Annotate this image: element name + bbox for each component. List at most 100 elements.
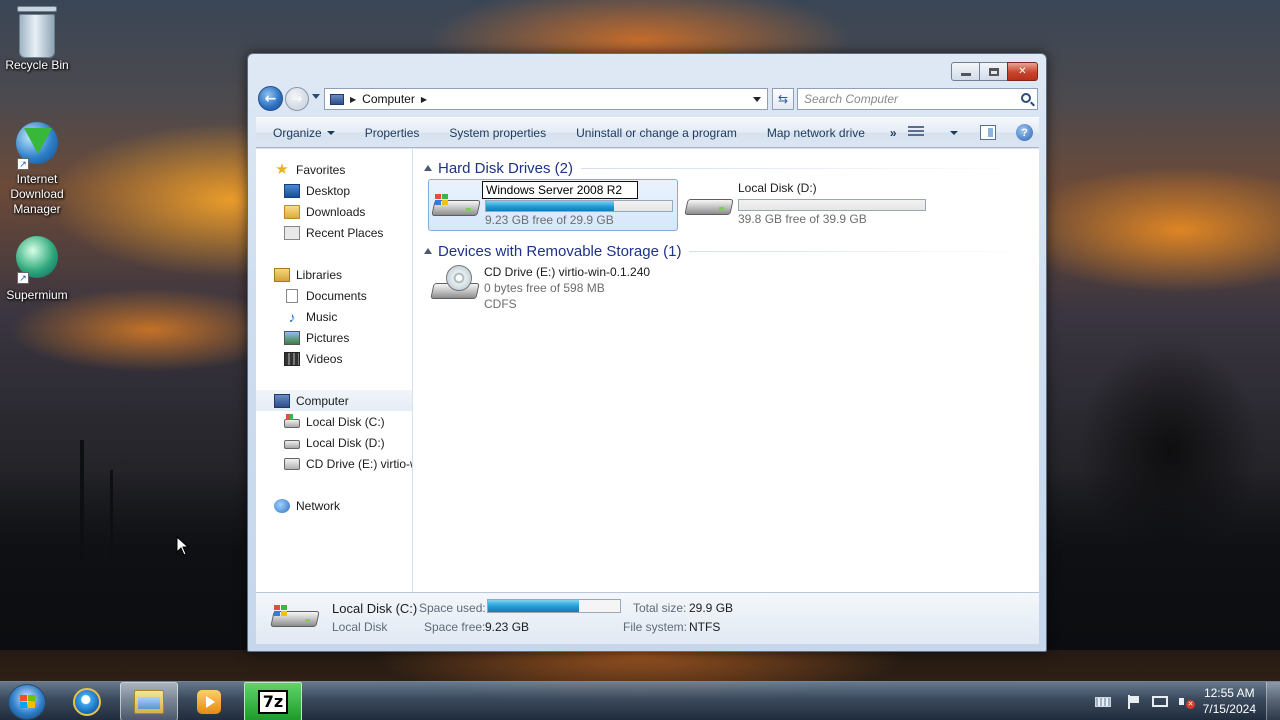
nav-documents[interactable]: Documents	[284, 285, 367, 306]
windows-explorer-icon	[134, 689, 164, 714]
refresh-button[interactable]: ⇆	[772, 88, 794, 110]
star-icon: ★	[275, 160, 289, 178]
drive-usage-bar	[738, 199, 926, 211]
search-icon[interactable]	[1021, 93, 1031, 103]
drive-icon	[284, 440, 300, 449]
breadcrumb-computer[interactable]: Computer	[362, 92, 415, 106]
keyboard-icon[interactable]	[1095, 696, 1111, 707]
explorer-body: ★ Favorites Desktop Downloads Recent Plac…	[256, 149, 1039, 592]
nav-videos[interactable]: Videos	[284, 348, 342, 369]
nav-label: Documents	[306, 288, 367, 303]
search-box[interactable]	[797, 88, 1038, 110]
details-type: Local Disk	[332, 620, 388, 634]
group-divider	[581, 167, 1029, 169]
nav-computer[interactable]: Computer	[256, 390, 412, 411]
uninstall-program-button[interactable]: Uninstall or change a program	[561, 118, 752, 147]
maximize-button[interactable]	[979, 62, 1008, 81]
details-pane: Local Disk (C:) Local Disk Space used: S…	[256, 592, 1039, 644]
close-icon: ✕	[1018, 66, 1027, 77]
shortcut-arrow-icon: ↗	[17, 272, 29, 284]
preview-pane-button[interactable]	[980, 125, 996, 140]
space-free-value: 9.23 GB	[485, 620, 530, 634]
chevron-down-icon	[326, 130, 335, 135]
desktop-icon-supermium[interactable]: ↗ Supermium	[0, 234, 74, 303]
nav-pictures[interactable]: Pictures	[284, 327, 349, 348]
nav-recent-places[interactable]: Recent Places	[284, 222, 383, 243]
nav-label: Network	[296, 498, 341, 513]
nav-label: Favorites	[296, 162, 346, 177]
drive-free-space: 9.23 GB free of 29.9 GB	[485, 213, 614, 227]
properties-label: Properties	[364, 125, 420, 140]
collapse-triangle-icon	[424, 248, 432, 254]
taskbar-windows-explorer[interactable]	[120, 682, 178, 720]
nav-local-disk-d[interactable]: Local Disk (D:)	[284, 432, 385, 453]
nav-network[interactable]: Network	[274, 495, 340, 516]
nav-cd-drive-e[interactable]: CD Drive (E:) virtio-win-0.1.240	[284, 453, 412, 474]
space-used-fill	[488, 600, 580, 612]
nav-music[interactable]: ♪ Music	[284, 306, 338, 327]
drive-tile-cd-e[interactable]: CD Drive (E:) virtio-win-0.1.240 0 bytes…	[428, 263, 678, 315]
nav-desktop[interactable]: Desktop	[284, 180, 350, 201]
file-system-value: NTFS	[689, 620, 721, 634]
drive-tile-c[interactable]: 9.23 GB free of 29.9 GB	[428, 179, 678, 231]
rename-input[interactable]	[482, 181, 638, 199]
drive-usage-fill	[486, 201, 615, 211]
collapse-triangle-icon	[424, 165, 432, 171]
nav-libraries[interactable]: Libraries	[274, 264, 342, 285]
group-header-label: Devices with Removable Storage (1)	[438, 242, 682, 260]
drive-file-system: CDFS	[484, 297, 517, 311]
group-header-removable-storage[interactable]: Devices with Removable Storage (1)	[424, 241, 1029, 261]
system-drive-icon	[431, 194, 481, 218]
volume-muted-icon[interactable]: ✕	[1178, 695, 1195, 709]
network-status-icon[interactable]	[1152, 696, 1168, 707]
file-system-label: File system:	[623, 620, 688, 634]
recent-pages-dropdown[interactable]	[312, 94, 320, 99]
minimize-button[interactable]	[951, 62, 980, 81]
nav-label: Desktop	[306, 183, 351, 198]
help-button[interactable]: ?	[1016, 124, 1033, 141]
navigation-pane: ★ Favorites Desktop Downloads Recent Plac…	[256, 149, 413, 592]
cd-drive-icon	[284, 457, 300, 470]
start-button[interactable]	[8, 684, 46, 720]
view-options-dropdown[interactable]	[950, 131, 958, 135]
windows-logo-icon	[435, 194, 449, 206]
group-header-label: Hard Disk Drives (2)	[438, 159, 574, 177]
taskbar-clock[interactable]: 12:55 AM 7/15/2024	[1203, 685, 1256, 717]
space-used-bar	[487, 599, 621, 613]
windows-logo-icon	[274, 605, 288, 617]
desktop-icon-recycle-bin[interactable]: Recycle Bin	[0, 6, 74, 73]
show-desktop-button[interactable]	[1266, 682, 1280, 720]
group-header-hard-disk-drives[interactable]: Hard Disk Drives (2)	[424, 158, 1029, 178]
nav-favorites[interactable]: ★ Favorites	[274, 159, 345, 180]
close-button[interactable]: ✕	[1007, 62, 1038, 81]
search-input[interactable]	[804, 92, 1004, 106]
organize-menu[interactable]: Organize	[256, 118, 350, 147]
internet-explorer-icon	[73, 687, 101, 716]
back-button[interactable]: ←	[258, 86, 283, 111]
taskbar: 7z ✕ 12:55 AM 7/15/2024	[0, 681, 1280, 720]
taskbar-7zip[interactable]: 7z	[244, 682, 302, 720]
map-network-drive-button[interactable]: Map network drive	[752, 118, 880, 147]
taskbar-media-player[interactable]	[180, 682, 238, 720]
taskbar-internet-explorer[interactable]	[58, 682, 116, 720]
desktop-icon-idm[interactable]: ↗ Internet Download Manager	[0, 120, 74, 217]
address-bar[interactable]: ▶ Computer ▶	[324, 88, 768, 110]
change-view-button[interactable]	[908, 126, 924, 140]
drive-name: CD Drive (E:) virtio-win-0.1.240	[484, 265, 651, 279]
command-bar: Organize Properties System properties Un…	[256, 117, 1039, 148]
computer-icon	[274, 393, 290, 408]
wallpaper-tower	[110, 470, 113, 560]
system-properties-button[interactable]: System properties	[434, 118, 561, 147]
properties-button[interactable]: Properties	[350, 118, 435, 147]
breadcrumb-separator-icon[interactable]: ▶	[421, 95, 427, 104]
total-size-value: 29.9 GB	[689, 601, 734, 615]
drive-tile-d[interactable]: Local Disk (D:) 39.8 GB free of 39.9 GB	[682, 179, 932, 231]
address-history-dropdown[interactable]	[753, 97, 761, 102]
action-center-flag-icon[interactable]	[1126, 694, 1142, 709]
more-commands-button[interactable]: »	[880, 126, 907, 140]
nav-downloads[interactable]: Downloads	[284, 201, 365, 222]
nav-local-disk-c[interactable]: Local Disk (C:)	[284, 411, 385, 432]
breadcrumb-separator-icon[interactable]: ▶	[350, 95, 356, 104]
nav-label: Videos	[306, 351, 343, 366]
forward-button[interactable]: →	[285, 87, 309, 111]
